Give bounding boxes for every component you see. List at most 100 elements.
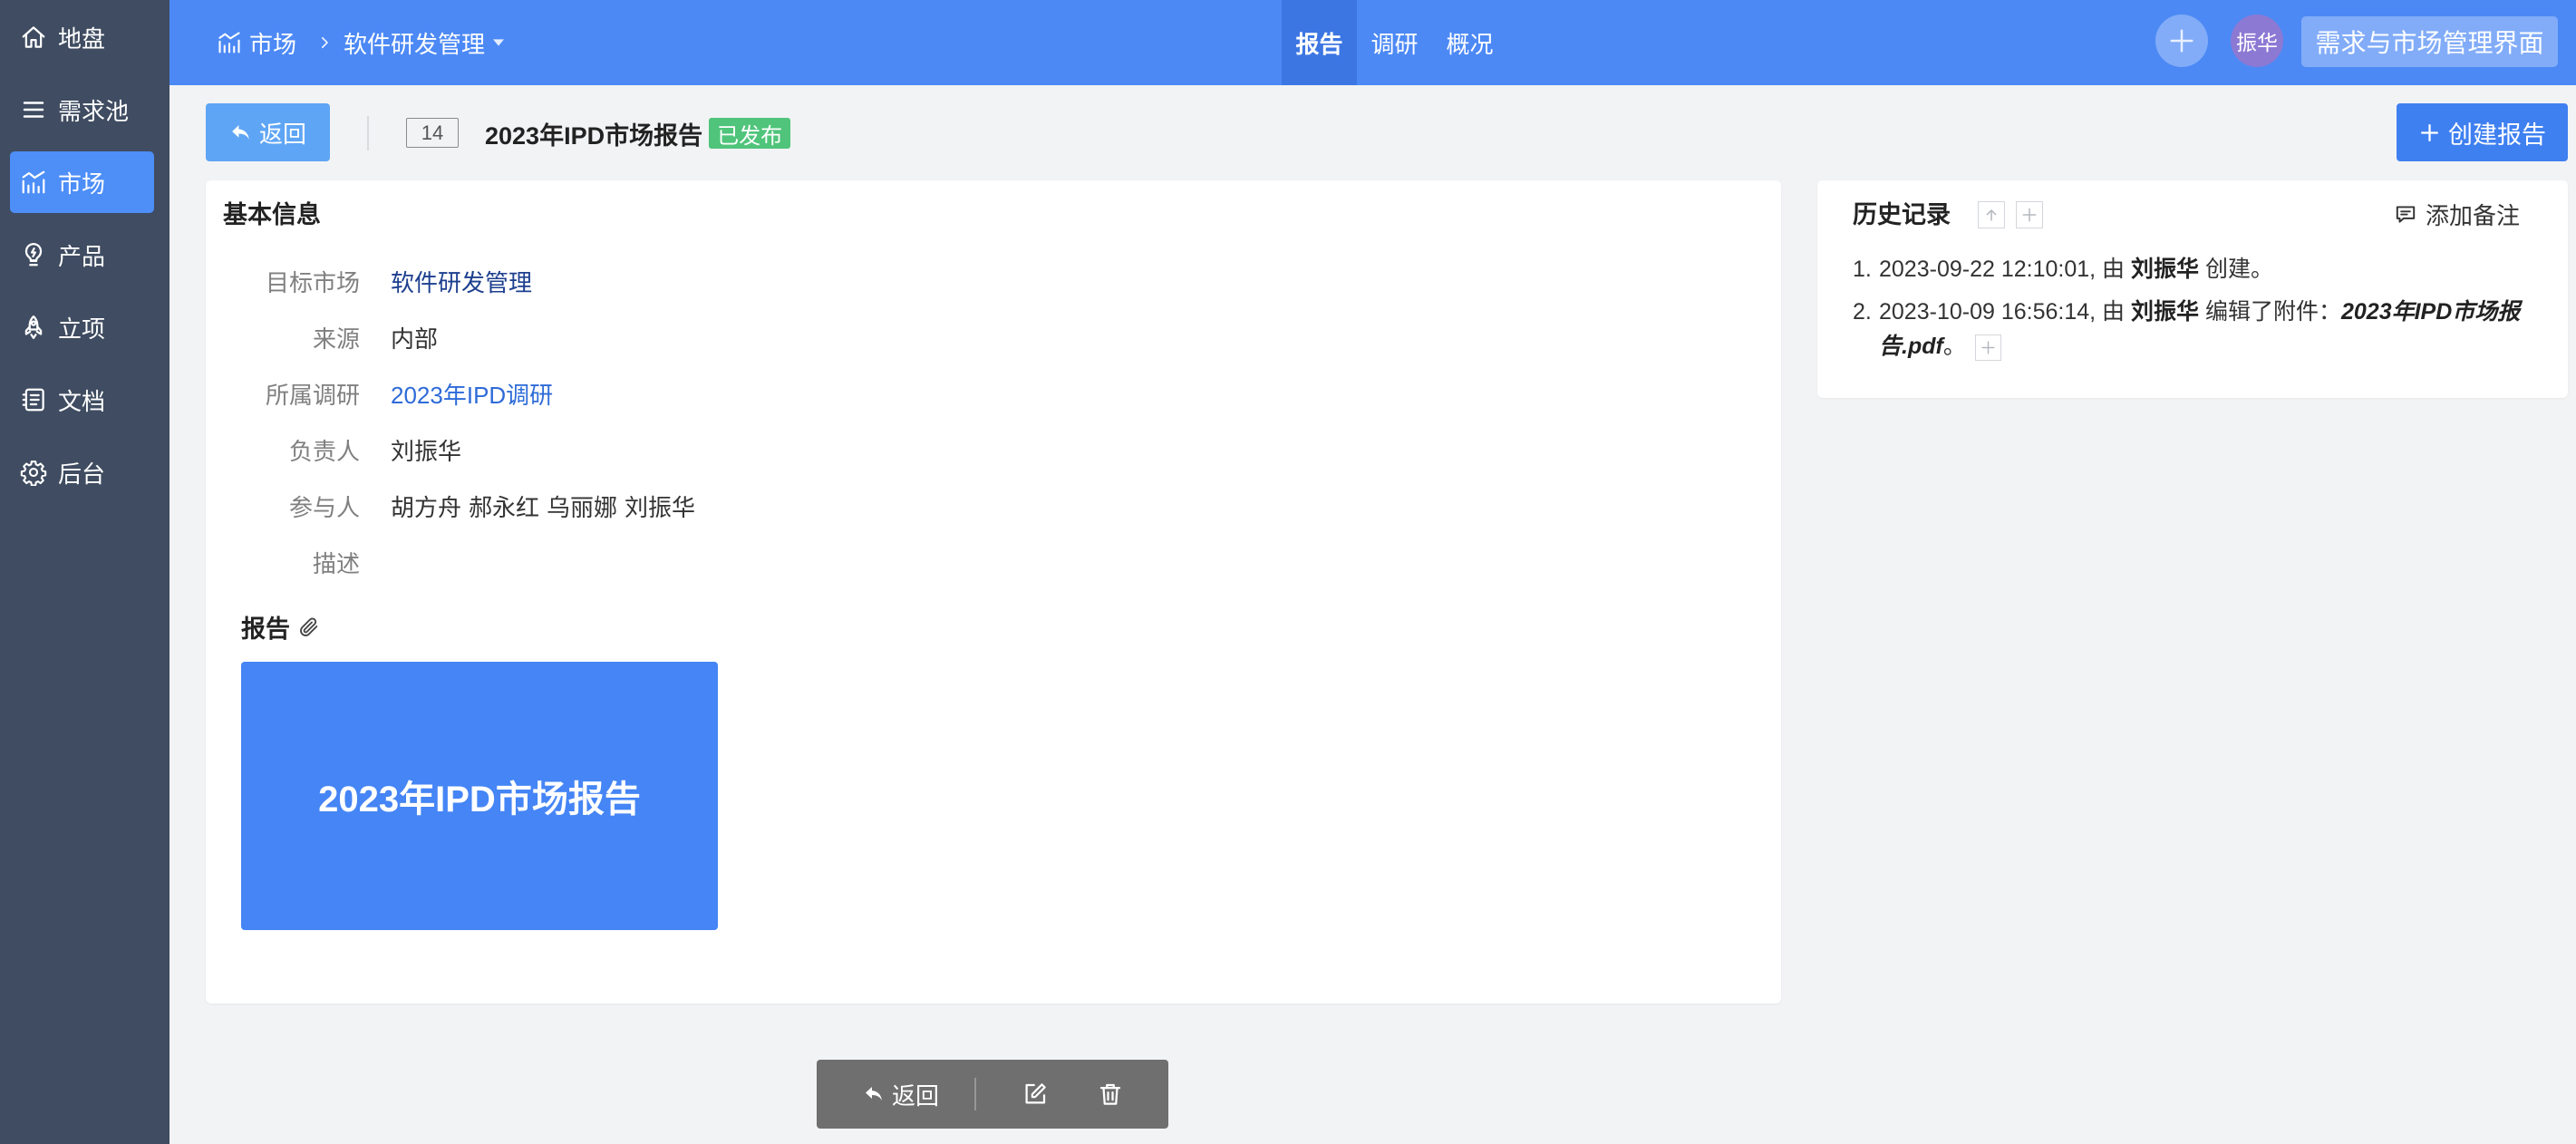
user-avatar[interactable]: 振华 (2231, 15, 2283, 67)
create-report-label: 创建报告 (2448, 121, 2546, 149)
entry-expand-button[interactable] (1974, 334, 2001, 361)
history-entry: 1. 2023-09-22 12:10:01, 由 刘振华 创建。 (1853, 252, 2546, 286)
sidebar-item-project[interactable]: 立项 (10, 296, 154, 358)
basic-info-panel: 基本信息 目标市场 软件研发管理 来源 内部 所属调研 2023年IPD调研 负… (206, 180, 1781, 1003)
caret-down-icon (493, 39, 505, 46)
add-note-label: 添加备注 (2426, 201, 2521, 229)
arrow-up-icon (1982, 206, 2000, 224)
app-switcher-label: 需求与市场管理界面 (2315, 29, 2544, 57)
document-icon (20, 386, 47, 413)
delete-button[interactable] (1097, 1081, 1124, 1108)
undo-arrow-icon (229, 121, 252, 144)
floating-action-bar: 返回 (817, 1060, 1168, 1129)
create-report-button[interactable]: 创建报告 (2397, 103, 2568, 161)
entry-index: 2. (1853, 299, 1872, 325)
report-heading: 报告 (241, 615, 290, 643)
global-create-button[interactable] (2155, 15, 2208, 67)
report-section-title: 报告 (241, 608, 320, 645)
field-label: 负责人 (288, 437, 360, 465)
trash-icon (1097, 1081, 1124, 1108)
breadcrumb-module-link[interactable]: 市场 (217, 26, 296, 60)
tab-overview[interactable]: 概况 (1432, 0, 1507, 85)
field-label: 参与人 (288, 493, 360, 521)
section-title-history: 历史记录 (1853, 201, 1951, 228)
sidebar-item-label: 需求池 (58, 97, 130, 125)
field-label: 来源 (312, 325, 360, 353)
page-title-group: 2023年IPD市场报告 已发布 (485, 115, 791, 151)
rocket-icon (20, 314, 47, 341)
field-label: 目标市场 (265, 268, 360, 296)
sidebar-item-demand-pool[interactable]: 需求池 (10, 79, 154, 141)
research-link[interactable]: 2023年IPD调研 (391, 377, 553, 411)
list-icon (20, 96, 47, 123)
entry-action: 创建。 (2204, 257, 2273, 282)
market-chart-icon (217, 30, 242, 55)
sidebar-item-label: 市场 (58, 170, 106, 198)
history-expand-all-button[interactable] (2016, 201, 2043, 228)
plus-icon (1980, 339, 1997, 356)
sidebar-item-label: 产品 (58, 242, 106, 270)
add-note-button[interactable]: 添加备注 (2394, 196, 2520, 232)
toolbar-divider (367, 116, 369, 150)
chevron-right-icon (316, 34, 333, 51)
avatar-initials: 振华 (2236, 31, 2278, 54)
tab-label: 调研 (1370, 30, 1419, 58)
sidebar-item-product[interactable]: 产品 (10, 224, 154, 286)
sidebar-item-label: 立项 (58, 315, 106, 343)
action-back-button[interactable]: 返回 (863, 1060, 939, 1129)
back-button[interactable]: 返回 (206, 103, 330, 161)
field-label: 所属调研 (265, 381, 360, 409)
page-title: 2023年IPD市场报告 (485, 121, 703, 150)
sidebar-item-label: 文档 (58, 387, 106, 415)
paperclip-icon[interactable] (297, 616, 320, 638)
plus-icon (2418, 121, 2441, 144)
comment-icon (2394, 202, 2417, 226)
edit-button[interactable] (1022, 1081, 1049, 1108)
participant: 胡方舟 (391, 493, 462, 521)
top-header: 市场 软件研发管理 报告 调研 概况 振华 需求与市场管理界面 (169, 0, 2576, 85)
tab-report[interactable]: 报告 (1282, 0, 1357, 85)
sidebar-item-dashboard[interactable]: 地盘 (10, 6, 154, 68)
entry-action: 编辑了附件： (2204, 299, 2341, 325)
app-switcher-button[interactable]: 需求与市场管理界面 (2301, 16, 2558, 67)
sidebar: 地盘 需求池 市场 产品 立项 文档 后台 (0, 0, 169, 1144)
history-entry: 2. 2023-10-09 16:56:14, 由 刘振华 编辑了附件：2023… (1853, 295, 2546, 364)
field-value: 内部 (391, 325, 439, 353)
status-badge: 已发布 (709, 118, 791, 149)
participant: 刘振华 (625, 493, 696, 521)
history-sort-button[interactable] (1978, 201, 2005, 228)
report-thumbnail[interactable]: 2023年IPD市场报告 (241, 662, 718, 930)
history-list: 1. 2023-09-22 12:10:01, 由 刘振华 创建。 2. 202… (1853, 252, 2546, 372)
market-selector-label: 软件研发管理 (344, 30, 486, 58)
tab-research[interactable]: 调研 (1357, 0, 1432, 85)
history-panel: 历史记录 添加备注 1. 2023-09-22 12:10:01, 由 刘振华 … (1817, 180, 2568, 398)
report-id: 14 (406, 118, 459, 148)
field-label: 描述 (312, 549, 360, 577)
entry-time: 2023-10-09 16:56:14 (1879, 299, 2090, 325)
action-back-label: 返回 (892, 1081, 940, 1110)
back-button-label: 返回 (258, 120, 306, 148)
tab-label: 报告 (1295, 30, 1343, 58)
tab-label: 概况 (1446, 30, 1494, 58)
edit-icon (1022, 1081, 1049, 1108)
breadcrumb: 市场 软件研发管理 (217, 0, 505, 85)
market-selector[interactable]: 软件研发管理 (344, 26, 505, 60)
plus-icon (2168, 27, 2195, 54)
module-tabs: 报告 调研 概况 (1282, 0, 1507, 85)
field-source: 来源 内部 (206, 309, 438, 365)
entry-actor: 刘振华 (2131, 257, 2200, 282)
field-target-market: 目标市场 软件研发管理 (206, 253, 532, 309)
field-description: 描述 (206, 534, 360, 590)
participant: 乌丽娜 (547, 493, 618, 521)
entry-time: 2023-09-22 12:10:01 (1879, 257, 2090, 282)
action-bar-divider (974, 1078, 976, 1110)
breadcrumb-module-label: 市场 (249, 30, 297, 58)
target-market-link[interactable]: 软件研发管理 (391, 265, 532, 298)
sidebar-item-market[interactable]: 市场 (10, 151, 154, 213)
sidebar-item-label: 地盘 (58, 24, 106, 53)
entry-text: 2023-10-09 16:56:14, 由 刘振华 编辑了附件：2023年IP… (1879, 295, 2546, 364)
entry-index: 1. (1853, 257, 1872, 282)
sidebar-item-docs[interactable]: 文档 (10, 369, 154, 431)
sidebar-item-admin[interactable]: 后台 (10, 441, 154, 503)
entry-actor: 刘振华 (2131, 299, 2200, 325)
